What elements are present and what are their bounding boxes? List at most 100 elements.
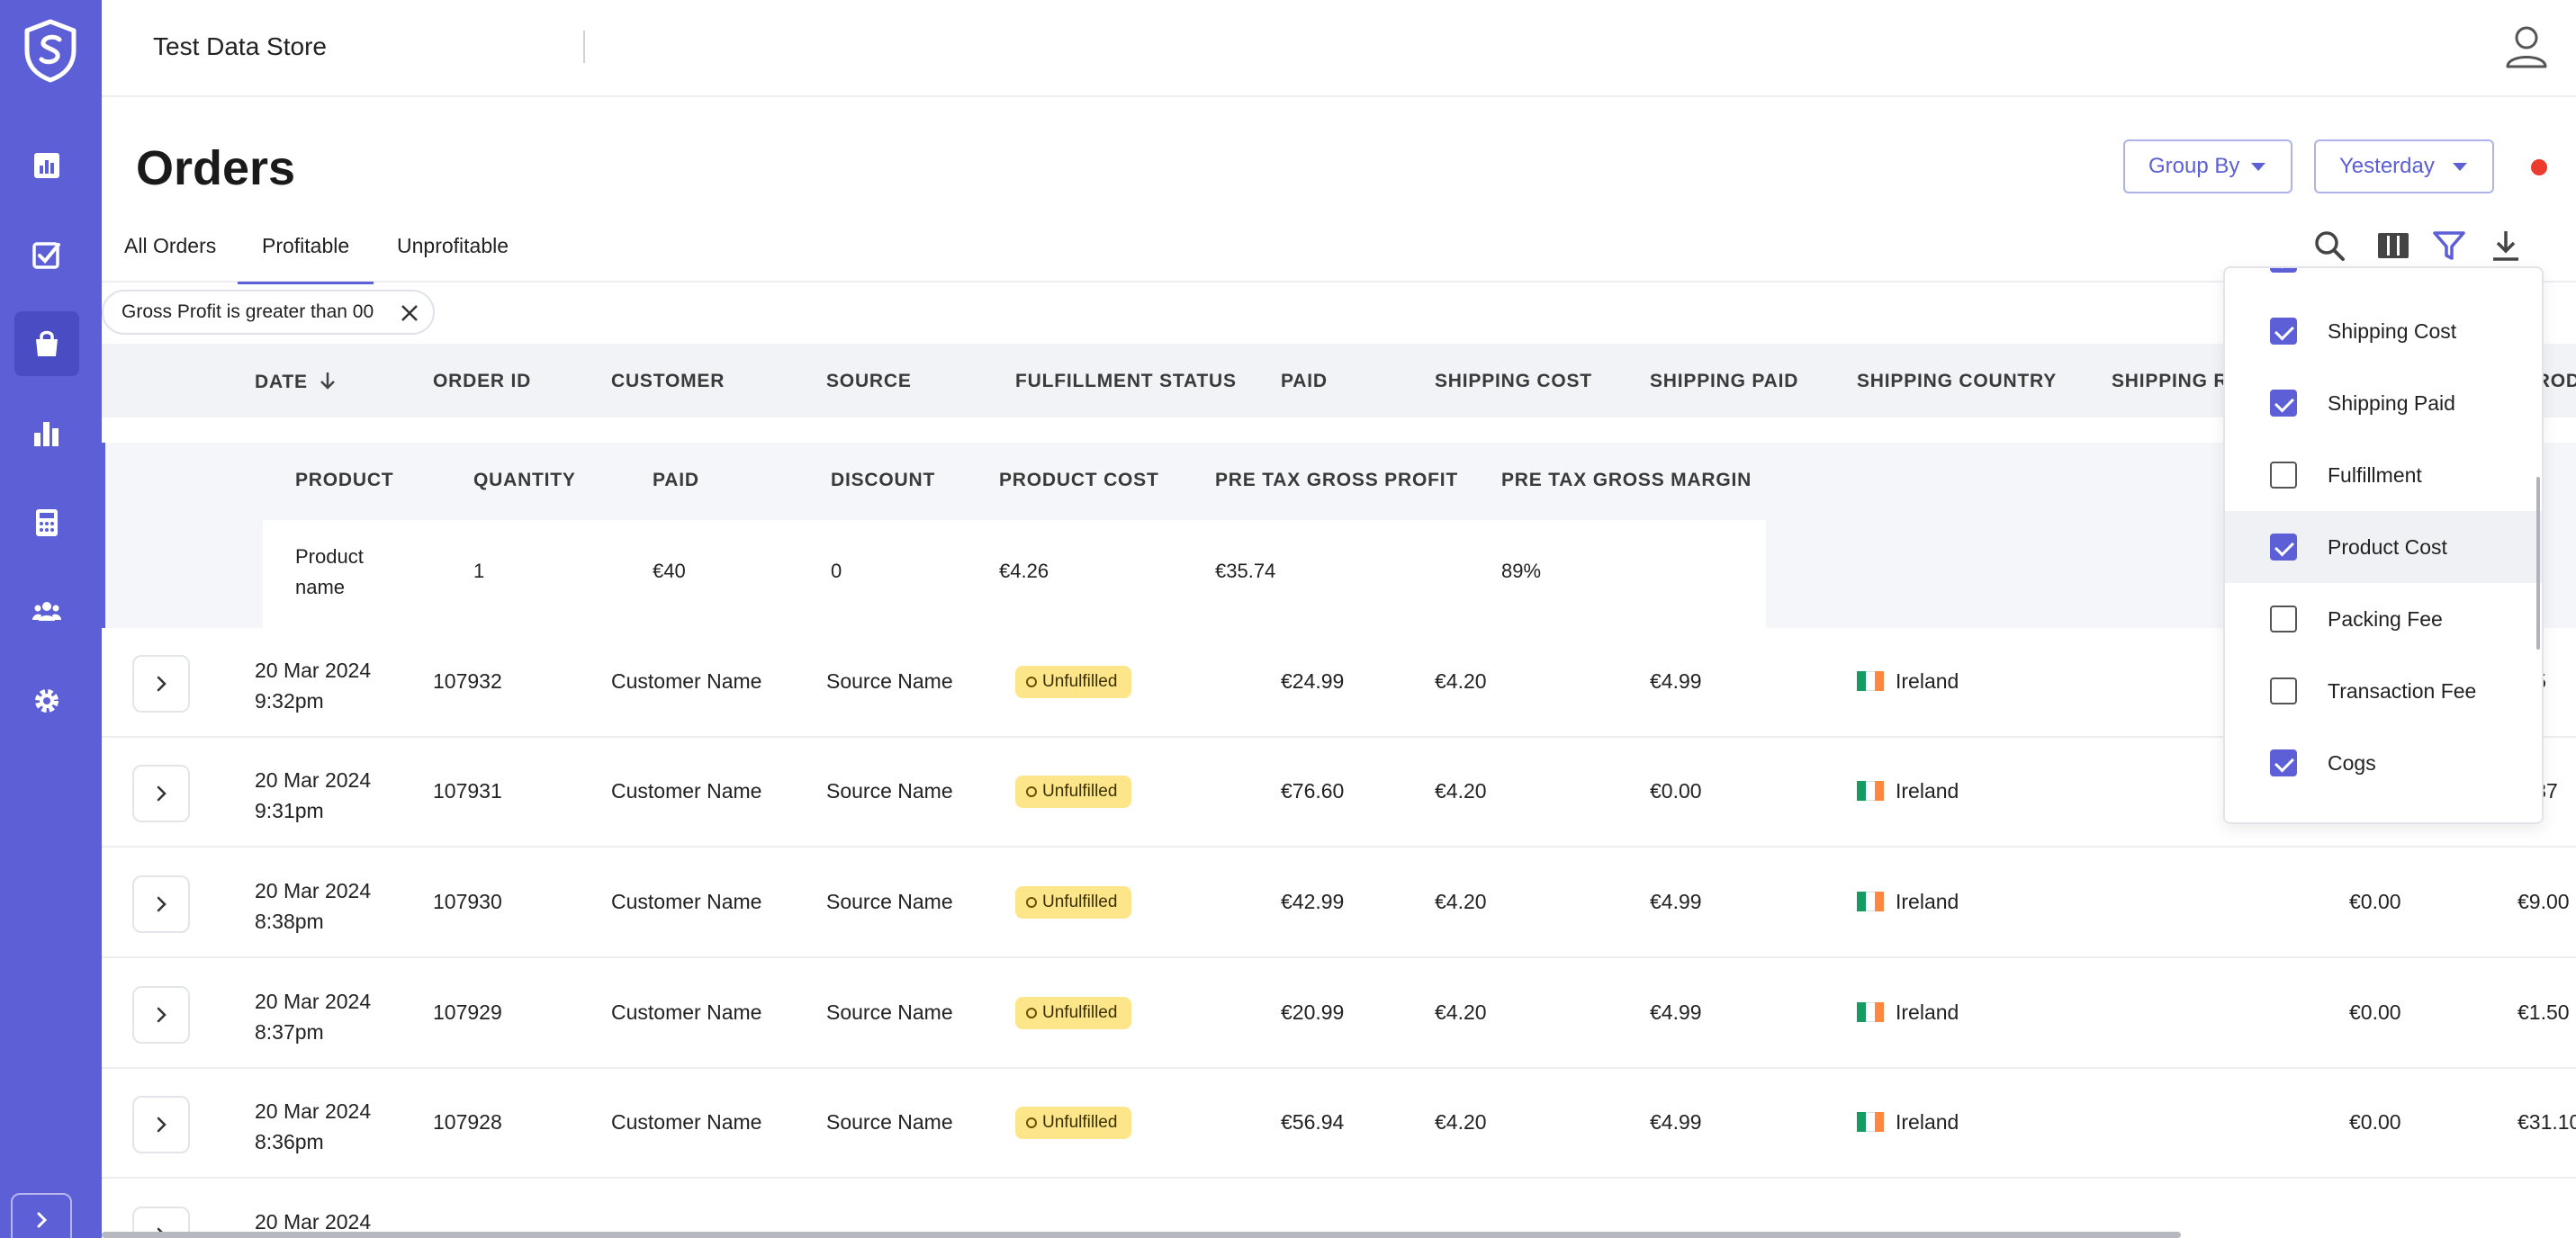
paid-amount: €76.60 (1281, 779, 1345, 803)
sidebar-item-orders[interactable] (14, 311, 79, 376)
group-by-dropdown[interactable]: Group By (2123, 139, 2292, 193)
column-header-paid[interactable]: PAID (1281, 371, 1328, 392)
chevron-right-icon (157, 1007, 167, 1023)
column-option-shipping-cost[interactable]: Shipping Cost (2225, 295, 2542, 367)
checkbox[interactable] (2270, 749, 2297, 776)
column-header-order-id[interactable]: ORDER ID (433, 371, 531, 392)
table-row[interactable]: 20 Mar 2024 8:38pm 107930 Customer Name S… (102, 848, 2576, 958)
date-range-dropdown[interactable]: Yesterday (2314, 139, 2494, 193)
column-header-source[interactable]: SOURCE (826, 371, 912, 392)
shipping-paid: €0.00 (1650, 779, 1702, 803)
table-row[interactable]: 20 Mar 2024 (102, 1180, 2576, 1238)
page-title: Orders (136, 141, 296, 195)
pre-tax-gross-profit: €35.74 (1215, 560, 1276, 582)
order-id[interactable]: 107932 (433, 669, 502, 694)
shield-logo-icon[interactable] (22, 18, 79, 83)
column-header-shipping-re[interactable]: SHIPPING RE (2112, 371, 2241, 392)
column-option-discount[interactable]: Discount (2225, 268, 2542, 295)
status-badge: Unfulfilled (1015, 666, 1132, 698)
sub-header-pre-tax-gross-profit: PRE TAX GROSS PROFIT (1215, 470, 1458, 490)
columns-icon[interactable] (2376, 229, 2410, 263)
checkbox[interactable] (2270, 677, 2297, 704)
column-option-label: Shipping Cost (2328, 318, 2457, 343)
column-option-label: Discount (2328, 268, 2408, 272)
table-row[interactable]: 20 Mar 2024 8:36pm 107928 Customer Name S… (102, 1069, 2576, 1179)
status-badge: Unfulfilled (1015, 997, 1132, 1029)
shipping-country: Ireland (1896, 890, 1959, 913)
table-row[interactable]: 20 Mar 2024 8:37pm 107929 Customer Name S… (102, 959, 2576, 1069)
tab-all-orders[interactable]: All Orders (124, 234, 216, 258)
column-picker-scrollbar[interactable] (2536, 477, 2540, 650)
order-date: 20 Mar 2024 8:37pm (255, 990, 372, 1044)
sidebar-item-reports[interactable] (14, 401, 79, 466)
ireland-flag-icon (1857, 671, 1884, 691)
column-header-shipping-country[interactable]: SHIPPING COUNTRY (1857, 371, 2057, 392)
user-account-icon[interactable] (2504, 23, 2549, 70)
ireland-flag-icon (1857, 1002, 1884, 1022)
column-header-fulfillment-status[interactable]: FULFILLMENT STATUS (1015, 371, 1237, 392)
column-header-date[interactable]: DATE (255, 371, 337, 393)
table-header: DATE ORDER ID CUSTOMER SOURCE FULFILLMEN… (102, 344, 2576, 417)
order-id[interactable]: 107931 (433, 779, 502, 803)
expand-row-button[interactable] (132, 655, 190, 713)
checkbox[interactable] (2270, 462, 2297, 489)
status-ring-icon (1026, 1008, 1037, 1018)
column-option-shipping-paid[interactable]: Shipping Paid (2225, 367, 2542, 439)
expand-row-button[interactable] (132, 986, 190, 1044)
paid-amount: €42.99 (1281, 890, 1345, 913)
status-ring-icon (1026, 786, 1037, 797)
sidebar-item-calculator[interactable] (14, 490, 79, 555)
product-paid: €40 (653, 560, 686, 582)
source-name: Source Name (826, 669, 953, 693)
product-quantity: 1 (473, 560, 485, 582)
expand-row-button[interactable] (132, 1096, 190, 1153)
order-id[interactable]: 107929 (433, 1000, 502, 1025)
checkbox[interactable] (2270, 606, 2297, 632)
checkbox[interactable] (2270, 390, 2297, 417)
download-icon[interactable] (2489, 229, 2523, 263)
filter-chip[interactable]: Gross Profit is greater than 00 (102, 290, 435, 335)
column-option-fulfillment[interactable]: Fulfillment (2225, 439, 2542, 511)
product-cost: €4.26 (999, 560, 1049, 582)
filter-icon[interactable] (2432, 229, 2466, 263)
chevron-right-icon (157, 676, 167, 692)
order-date: 20 Mar 2024 9:31pm (255, 768, 372, 822)
paid-amount: €20.99 (1281, 1000, 1345, 1024)
expand-row-button[interactable] (132, 765, 190, 822)
status-ring-icon (1026, 1117, 1037, 1128)
sidebar-expand-button[interactable] (11, 1193, 72, 1238)
horizontal-scrollbar[interactable] (102, 1232, 2181, 1238)
column-option-transaction-fee[interactable]: Transaction Fee (2225, 655, 2542, 727)
checkbox[interactable] (2270, 534, 2297, 561)
checkbox[interactable] (2270, 268, 2297, 273)
column-header-customer[interactable]: CUSTOMER (611, 371, 725, 392)
column-option-packing-fee[interactable]: Packing Fee (2225, 583, 2542, 655)
sidebar-item-tasks[interactable] (14, 222, 79, 287)
close-icon[interactable] (399, 302, 420, 324)
order-id[interactable]: 107928 (433, 1110, 502, 1135)
sidebar-item-customers[interactable] (14, 579, 79, 644)
column-option-product-cost[interactable]: Product Cost (2225, 511, 2542, 583)
top-bar: Test Data Store (102, 0, 2576, 97)
search-icon[interactable] (2312, 229, 2346, 263)
tab-unprofitable[interactable]: Unprofitable (397, 234, 509, 258)
table-row[interactable]: 20 Mar 2024 9:32pm 107932 Customer Name S… (102, 628, 2576, 738)
sidebar-item-settings[interactable] (14, 668, 79, 733)
expand-row-button[interactable] (132, 875, 190, 933)
product-value: €31.10 (2517, 1110, 2576, 1134)
order-id[interactable]: 107930 (433, 890, 502, 914)
checkbox[interactable] (2270, 318, 2297, 345)
store-name[interactable]: Test Data Store (153, 32, 327, 61)
shipping-paid: €4.99 (1650, 1110, 1702, 1134)
chevron-down-icon (2251, 163, 2265, 171)
column-header-shipping-paid[interactable]: SHIPPING PAID (1650, 371, 1798, 392)
chevron-down-icon (2453, 163, 2467, 171)
column-header-shipping-cost[interactable]: SHIPPING COST (1435, 371, 1592, 392)
sidebar-item-dashboard[interactable] (14, 133, 79, 198)
table-row[interactable]: 20 Mar 2024 9:31pm 107931 Customer Name S… (102, 738, 2576, 848)
column-option-label: Cogs (2328, 750, 2376, 775)
shipping-cost: €4.20 (1435, 779, 1487, 803)
tab-profitable[interactable]: Profitable (238, 234, 374, 284)
column-option-cogs[interactable]: Cogs (2225, 727, 2542, 799)
order-date: 20 Mar 2024 8:36pm (255, 1099, 372, 1153)
